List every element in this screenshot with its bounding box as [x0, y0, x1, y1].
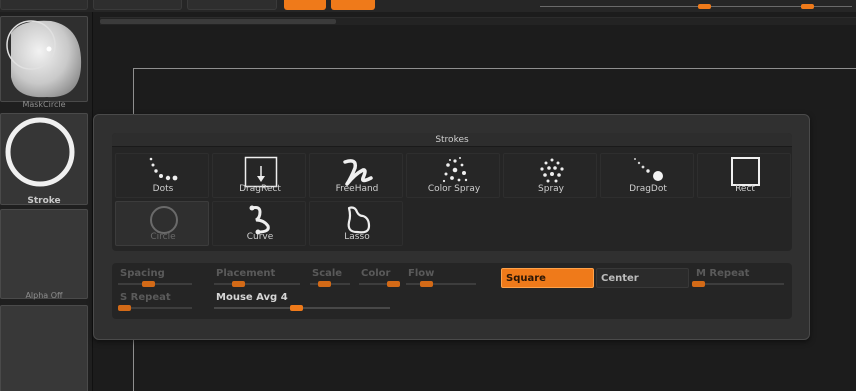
stroke-label: FreeHand	[335, 184, 379, 194]
top-orange-toggle-1[interactable]	[284, 0, 326, 10]
color-label: Color	[361, 268, 391, 279]
top-toolbar	[0, 0, 856, 12]
spacing-slider[interactable]: Spacing	[114, 266, 208, 288]
slider-knob[interactable]	[232, 281, 245, 287]
square-button[interactable]: Square	[501, 268, 594, 288]
stroke-rect[interactable]: Rect	[697, 153, 791, 198]
color-slider[interactable]: Color	[355, 266, 403, 288]
stroke-circle[interactable]: Circle	[115, 201, 209, 246]
m-repeat-slider[interactable]: M Repeat	[690, 266, 790, 288]
spray-stroke-icon	[540, 158, 564, 183]
stroke-label: DragRect	[239, 184, 281, 194]
slider-track[interactable]	[406, 283, 476, 285]
stroke-circle-icon	[5, 117, 75, 187]
stroke-label: Rect	[735, 184, 755, 194]
slider-knob[interactable]	[118, 305, 131, 311]
m-repeat-label: M Repeat	[696, 268, 750, 279]
mask-circle-label: MaskCircle	[22, 100, 66, 109]
stroke-dragdot[interactable]: DragDot	[600, 153, 694, 198]
spacing-label: Spacing	[120, 268, 165, 279]
scrollbar-thumb[interactable]	[100, 19, 336, 24]
stroke-label: Lasso	[344, 232, 370, 242]
stroke-label: DragDot	[629, 184, 667, 194]
s-repeat-label: S Repeat	[120, 292, 171, 303]
dots-stroke-icon	[149, 157, 178, 181]
flow-slider[interactable]: Flow	[402, 266, 482, 288]
scale-slider[interactable]: Scale	[306, 266, 356, 288]
strokes-panel: Strokes Dots DragRect FreeHand Color Spr…	[112, 133, 792, 251]
slider-knob[interactable]	[318, 281, 331, 287]
mouse-avg-slider[interactable]: Mouse Avg 4	[210, 290, 400, 312]
stroke-lasso[interactable]: Lasso	[309, 201, 403, 246]
top-slider-knob-1[interactable]	[698, 4, 711, 9]
colorspray-stroke-icon	[442, 157, 468, 183]
slider-track[interactable]	[694, 283, 784, 285]
top-button-1[interactable]	[0, 0, 88, 10]
mask-thumbnail[interactable]	[0, 16, 88, 102]
alpha-thumbnail[interactable]	[0, 209, 88, 299]
scale-label: Scale	[312, 268, 343, 279]
stroke-dots[interactable]: Dots	[115, 153, 209, 198]
top-slider-knob-2[interactable]	[801, 4, 814, 9]
slider-knob[interactable]	[387, 281, 400, 287]
strokes-popup: Strokes Dots DragRect FreeHand Color Spr…	[93, 114, 810, 340]
stroke-label: Curve	[246, 232, 274, 242]
stroke-dragrect[interactable]: DragRect	[212, 153, 306, 198]
slider-track[interactable]	[118, 283, 192, 285]
placement-slider[interactable]: Placement	[210, 266, 304, 288]
flow-label: Flow	[408, 268, 435, 279]
slider-knob[interactable]	[692, 281, 705, 287]
top-button-3[interactable]	[187, 0, 277, 10]
stroke-label: Spray	[538, 184, 564, 194]
top-button-2[interactable]	[93, 0, 182, 10]
alpha-off-label: Alpha Off	[25, 291, 63, 300]
mask-circle-icon	[6, 20, 82, 98]
dragdot-stroke-icon	[634, 158, 663, 181]
stroke-label: Color Spray	[427, 184, 481, 194]
top-orange-toggle-2[interactable]	[331, 0, 375, 10]
stroke-label: Stroke	[27, 196, 61, 206]
stroke-label: Dots	[152, 184, 174, 194]
slider-knob[interactable]	[142, 281, 155, 287]
stroke-settings-panel: Spacing Placement Scale Color Flow Squar…	[112, 263, 792, 319]
stroke-spray[interactable]: Spray	[503, 153, 597, 198]
stroke-freehand[interactable]: FreeHand	[309, 153, 403, 198]
horizontal-scrollbar[interactable]	[100, 17, 856, 25]
slider-track[interactable]	[214, 283, 300, 285]
s-repeat-slider[interactable]: S Repeat	[114, 290, 208, 312]
stroke-color-spray[interactable]: Color Spray	[406, 153, 500, 198]
slider-knob[interactable]	[290, 305, 303, 311]
stroke-label: Circle	[150, 232, 176, 242]
slider-knob[interactable]	[420, 281, 433, 287]
mouse-avg-label: Mouse Avg 4	[216, 292, 288, 303]
strokes-title: Strokes	[112, 133, 792, 147]
center-button[interactable]: Center	[596, 268, 689, 288]
placement-label: Placement	[216, 268, 276, 279]
stroke-thumbnail[interactable]	[0, 113, 88, 205]
stroke-curve[interactable]: Curve	[212, 201, 306, 246]
texture-thumbnail[interactable]	[0, 305, 88, 391]
left-thumbnail-column: MaskCircle Stroke Alpha Off	[0, 12, 92, 391]
